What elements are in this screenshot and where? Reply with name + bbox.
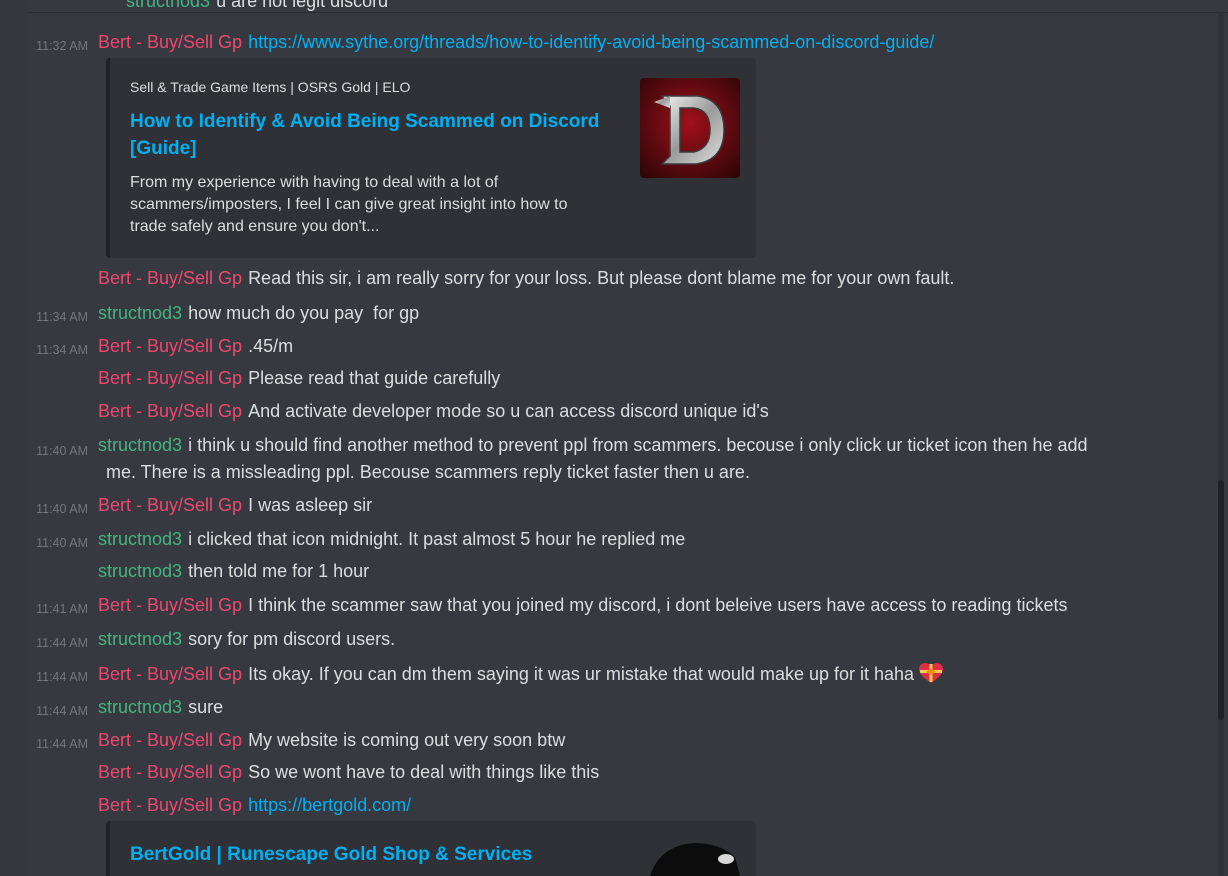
message-author[interactable]: Bert - Buy/Sell Gp (98, 664, 242, 684)
message-author[interactable]: Bert - Buy/Sell Gp (98, 795, 242, 815)
gift-heart-icon[interactable] (918, 662, 944, 684)
message-text: Read this sir, i am really sorry for you… (248, 268, 955, 288)
message-text: So we wont have to deal with things like… (248, 762, 600, 782)
message-text: I think the scammer saw that you joined … (248, 595, 1068, 615)
link-embed: BertGold | Runescape Gold Shop & Service… (106, 821, 756, 876)
message-timestamp: 11:34 AM (36, 343, 88, 357)
d-logo-icon (654, 95, 725, 165)
message-author[interactable]: structnod3 (98, 435, 182, 455)
message-link[interactable]: https://www.sythe.org/threads/how-to-ide… (248, 32, 934, 52)
message-timestamp: 11:40 AM (36, 444, 88, 458)
message-timestamp: 11:34 AM (36, 310, 88, 324)
message-author[interactable]: Bert - Buy/Sell Gp (98, 730, 242, 750)
message-text: .45/m (248, 336, 294, 356)
message-text-continued: me. There is a missleading ppl. Becouse … (106, 462, 750, 482)
message-text: u are not legit discord (216, 0, 389, 11)
message-text: sory for pm discord users. (188, 629, 396, 649)
message-text: then told me for 1 hour (188, 561, 370, 581)
message-text: And activate developer mode so u can acc… (248, 401, 769, 421)
message-text: sure (188, 697, 224, 717)
message-author[interactable]: Bert - Buy/Sell Gp (98, 495, 242, 515)
message-author[interactable]: Bert - Buy/Sell Gp (98, 401, 242, 421)
embed-title[interactable]: How to Identify & Avoid Being Scammed on… (130, 108, 600, 162)
message-timestamp: 11:44 AM (36, 704, 88, 718)
message-author[interactable]: structnod3 (98, 629, 182, 649)
message-text: I was asleep sir (248, 495, 373, 515)
message-author[interactable]: structnod3 (98, 303, 182, 323)
top-cut-message: structnod3 u are not legit discord (28, 0, 1228, 13)
embed-thumbnail[interactable] (640, 837, 750, 876)
embed-description: From my experience with having to deal w… (130, 174, 568, 235)
message-text: My website is coming out very soon btw (248, 730, 566, 750)
message-author[interactable]: Bert - Buy/Sell Gp (98, 595, 242, 615)
message-text: i think u should find another method to … (188, 435, 1088, 455)
message-text: i clicked that icon midnight. It past al… (188, 529, 686, 549)
embed-provider[interactable]: Sell & Trade Game Items | OSRS Gold | EL… (130, 79, 410, 95)
message-timestamp: 11:41 AM (36, 602, 88, 616)
message-author[interactable]: structnod3 (126, 0, 210, 11)
message-author[interactable]: Bert - Buy/Sell Gp (98, 762, 242, 782)
message-author[interactable]: structnod3 (98, 561, 182, 581)
scrollbar-thumb[interactable] (1218, 480, 1224, 720)
message-timestamp: 11:44 AM (36, 670, 88, 684)
message-author[interactable]: Bert - Buy/Sell Gp (98, 336, 242, 356)
message-timestamp: 11:44 AM (36, 636, 88, 650)
message-text: Please read that guide carefully (248, 368, 501, 388)
message-author[interactable]: Bert - Buy/Sell Gp (98, 368, 242, 388)
message-timestamp: 11:40 AM (36, 502, 88, 516)
embed-thumbnail[interactable] (640, 78, 740, 178)
message-author[interactable]: structnod3 (98, 697, 182, 717)
message-timestamp: 11:32 AM (36, 39, 88, 53)
message-timestamp: 11:40 AM (36, 536, 88, 550)
message-author[interactable]: Bert - Buy/Sell Gp (98, 268, 242, 288)
message-timestamp: 11:44 AM (36, 737, 88, 751)
message-link[interactable]: https://bertgold.com/ (248, 795, 411, 815)
link-embed: Sell & Trade Game Items | OSRS Gold | EL… (106, 58, 756, 258)
scrollbar-track[interactable] (1218, 12, 1224, 876)
message-text: Its okay. If you can dm them saying it w… (248, 664, 915, 684)
message-text: how much do you pay for gp (188, 303, 420, 323)
message-author[interactable]: structnod3 (98, 529, 182, 549)
embed-title[interactable]: BertGold | Runescape Gold Shop & Service… (130, 841, 630, 868)
message-author[interactable]: Bert - Buy/Sell Gp (98, 32, 242, 52)
